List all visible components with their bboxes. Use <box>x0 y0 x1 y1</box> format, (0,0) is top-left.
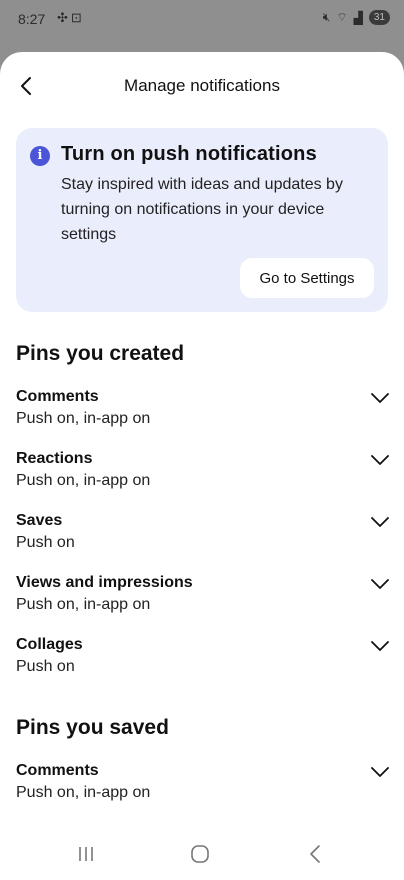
row-title: Comments <box>16 388 99 405</box>
status-right-icons: 🔇︎ ⌔ ▟ 31 <box>323 10 390 25</box>
pinwheel-icon: ✣ <box>57 10 71 25</box>
wifi-icon: ⌔ <box>336 10 348 24</box>
go-to-settings-button[interactable]: Go to Settings <box>240 258 374 298</box>
page-title: Manage notifications <box>124 76 280 95</box>
section-title-pins-you-saved: Pins you saved <box>16 716 169 739</box>
battery-indicator: 31 <box>368 10 390 25</box>
row-title: Views and impressions <box>16 574 193 591</box>
recent-apps-icon <box>79 847 93 861</box>
home-icon <box>191 845 209 863</box>
row-subtitle: Push on <box>16 534 75 551</box>
row-subtitle: Push on, in-app on <box>16 596 151 613</box>
row-title: Collages <box>16 636 83 653</box>
notifications-sheet: Manage notifications i Turn on push noti… <box>0 52 404 880</box>
back-icon <box>310 845 320 863</box>
chevron-down-icon[interactable] <box>370 515 390 529</box>
setting-row-comments[interactable]: Comments Push on, in-app on <box>16 388 390 436</box>
system-back-button[interactable] <box>301 840 329 868</box>
home-button[interactable] <box>186 840 214 868</box>
chevron-down-icon[interactable] <box>370 639 390 653</box>
setting-row-collages[interactable]: Collages Push on <box>16 636 390 684</box>
screenshot-icon: ⊡ <box>70 10 85 25</box>
status-left-icons: ✣⊡ <box>57 10 85 26</box>
setting-row-saves[interactable]: Saves Push on <box>16 512 390 560</box>
status-time: 8:27 <box>18 11 46 27</box>
banner-body: Stay inspired with ideas and updates by … <box>61 176 343 243</box>
chevron-down-icon[interactable] <box>370 765 390 779</box>
row-title: Reactions <box>16 450 93 467</box>
banner-title: Turn on push notifications <box>61 143 317 165</box>
row-subtitle: Push on, in-app on <box>16 410 151 427</box>
section-title-pins-you-created: Pins you created <box>16 342 185 365</box>
row-subtitle: Push on, in-app on <box>16 472 151 489</box>
row-title: Comments <box>16 762 99 779</box>
signal-icon: ▟ <box>353 10 363 25</box>
row-subtitle: Push on <box>16 658 75 675</box>
setting-row-reactions[interactable]: Reactions Push on, in-app on <box>16 450 390 498</box>
setting-row-saved-comments[interactable]: Comments Push on, in-app on <box>16 762 390 810</box>
system-navigation-bar <box>0 824 404 880</box>
status-bar: 8:27 ✣⊡ 🔇︎ ⌔ ▟ 31 <box>0 0 404 40</box>
chevron-down-icon[interactable] <box>370 577 390 591</box>
header: Manage notifications <box>0 52 404 120</box>
push-notifications-banner: i Turn on push notifications Stay inspir… <box>16 128 388 312</box>
row-title: Saves <box>16 512 63 529</box>
info-icon: i <box>30 146 50 166</box>
recent-apps-button[interactable] <box>72 840 100 868</box>
row-subtitle: Push on, in-app on <box>16 784 151 801</box>
chevron-down-icon[interactable] <box>370 391 390 405</box>
chevron-down-icon[interactable] <box>370 453 390 467</box>
setting-row-views-and-impressions[interactable]: Views and impressions Push on, in-app on <box>16 574 390 622</box>
mute-icon: 🔇︎ <box>322 10 331 24</box>
